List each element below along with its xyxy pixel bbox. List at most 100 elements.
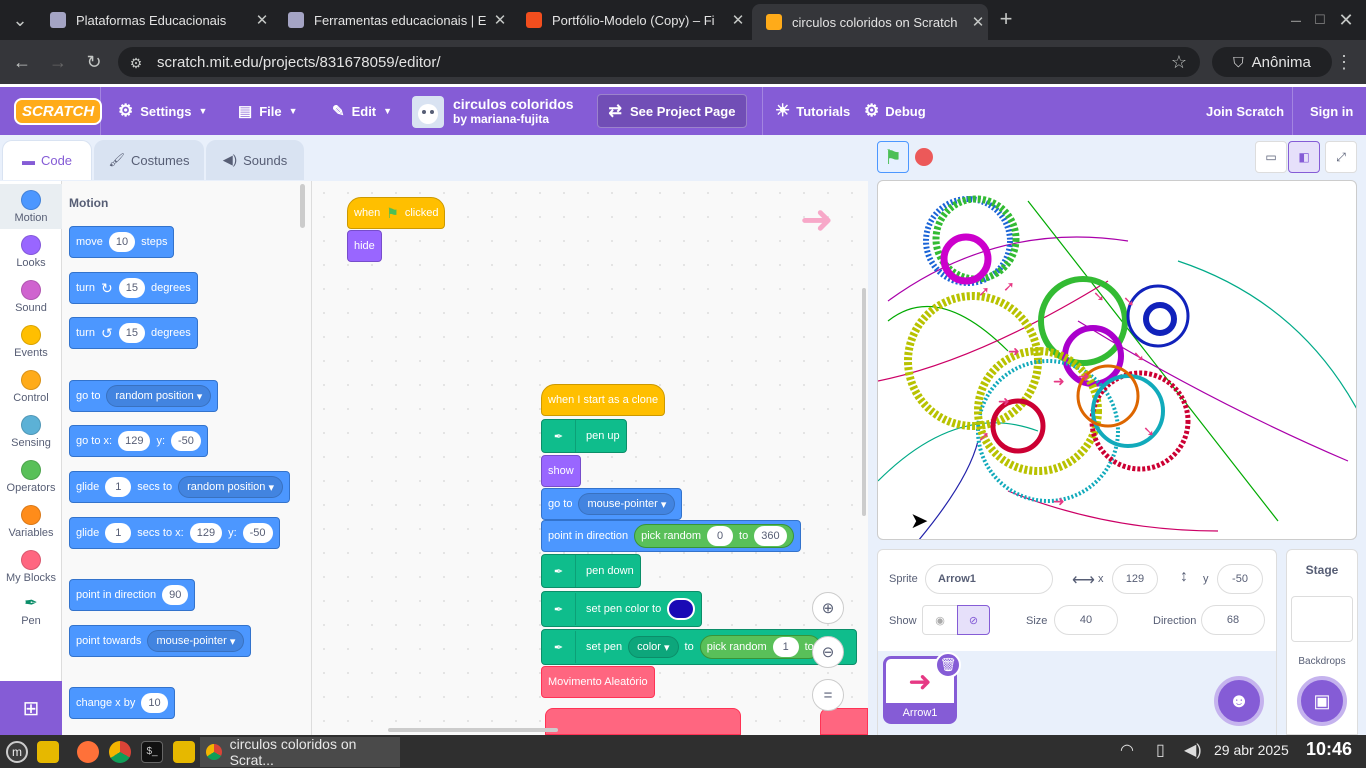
minimize-icon[interactable]: – (1284, 10, 1308, 30)
scratch-logo[interactable]: SCRATCH (14, 87, 103, 135)
sprite-name-field[interactable]: Arrow1 (925, 564, 1053, 594)
block-pen-up[interactable]: ✒ pen up (541, 419, 627, 453)
choose-sprite-button[interactable]: ☻ (1214, 676, 1264, 726)
palette-scrollbar[interactable] (300, 184, 305, 228)
chrome-icon[interactable] (109, 741, 131, 763)
firefox-icon[interactable] (77, 741, 99, 763)
block-when-flag-clicked[interactable]: when ⚑ clicked (347, 197, 446, 229)
edit-menu[interactable]: ✎ Edit ▼ (332, 87, 392, 135)
block-pen-down[interactable]: ✒ pen down (541, 554, 641, 588)
block-input[interactable]: 129 (118, 431, 151, 451)
category-motion[interactable]: Motion (0, 184, 62, 229)
category-operators[interactable]: Operators (0, 454, 62, 499)
x-field[interactable]: 129 (1112, 564, 1158, 594)
category-control[interactable]: Control (0, 364, 62, 409)
block-input[interactable]: -50 (242, 523, 273, 543)
block-go-to-xy[interactable]: go to x: 129 y: -50 (69, 425, 208, 457)
stage-canvas[interactable]: ➚ ➚ ➜ ➘ ➘ ➘ ➜ ➚ ➜ ➘ ➜ ➜ (877, 180, 1357, 540)
close-icon[interactable]: ✕ (490, 11, 510, 29)
show-hidden-button[interactable]: ⊘ (957, 605, 990, 635)
tab-sounds[interactable]: ◀) Sounds (206, 140, 304, 180)
block-point-towards[interactable]: point towards mouse-pointer ▾ (69, 625, 252, 657)
block-input[interactable]: 90 (162, 585, 189, 605)
sign-in-link[interactable]: Sign in (1310, 87, 1353, 135)
reload-icon[interactable]: ↻ (82, 52, 106, 72)
block-when-start-as-clone[interactable]: when I start as a clone (541, 384, 666, 416)
category-looks[interactable]: Looks (0, 229, 62, 274)
direction-field[interactable]: 68 (1201, 605, 1265, 635)
block-input[interactable]: 1 (105, 523, 132, 543)
see-project-page-button[interactable]: ⇄ See Project Page (597, 94, 747, 128)
green-flag-button[interactable]: ⚑ (877, 141, 909, 173)
block-input[interactable]: -50 (171, 431, 201, 451)
os-menu-icon[interactable]: m (6, 741, 28, 763)
block-hide[interactable]: hide (347, 230, 382, 262)
close-icon[interactable]: ✕ (968, 13, 988, 31)
stop-button[interactable] (908, 141, 940, 173)
incognito-profile-button[interactable]: ⛉ Anônima (1212, 47, 1332, 77)
chrome-menu-icon[interactable]: ⋮ (1332, 52, 1356, 72)
block-turn-right[interactable]: turn ↻ 15 degrees (69, 272, 198, 304)
browser-tab-active[interactable]: circulos coloridos on Scratch ✕ (752, 4, 988, 40)
block-point-in-direction[interactable]: point in direction 90 (69, 579, 196, 611)
small-stage-button[interactable]: ▭ (1255, 141, 1287, 173)
delete-sprite-button[interactable]: 🗑 (935, 652, 961, 678)
category-sound[interactable]: Sound (0, 274, 62, 319)
block-input[interactable]: 10 (108, 232, 136, 252)
block-partial[interactable] (820, 708, 868, 735)
block-movimento-aleatorio[interactable]: Movimento Aleatório (541, 666, 655, 698)
script-hscrollbar[interactable] (388, 728, 558, 732)
block-glide-xy[interactable]: glide 1 secs to x: 129 y: -50 (69, 517, 280, 549)
new-tab-icon[interactable]: + (994, 8, 1018, 30)
terminal-icon[interactable]: $_ (141, 741, 163, 763)
taskbar-date[interactable]: 29 abr 2025 (1214, 742, 1289, 758)
block-input[interactable]: 1 (105, 477, 132, 497)
taskbar-time[interactable]: 10:46 (1306, 739, 1352, 760)
operator-pick-random[interactable]: pick random 0 to 360 (634, 524, 794, 548)
tab-search-icon[interactable]: ⌄ (8, 10, 32, 30)
project-author[interactable]: by mariana-fujita (453, 112, 549, 126)
settings-menu[interactable]: ⚙ Settings ▼ (118, 87, 207, 135)
files-icon[interactable] (37, 741, 59, 763)
wifi-icon[interactable]: ◠ (1120, 740, 1134, 760)
file-menu[interactable]: ▤ File ▼ (238, 87, 298, 135)
normal-stage-button[interactable]: ◧ (1288, 141, 1320, 173)
size-field[interactable]: 40 (1054, 605, 1118, 635)
block-dropdown[interactable]: random position ▾ (178, 476, 283, 498)
zoom-in-button[interactable]: ⊕ (812, 592, 844, 624)
url-text[interactable]: scratch.mit.edu/projects/831678059/edito… (157, 54, 441, 71)
block-show[interactable]: show (541, 455, 581, 487)
join-scratch-link[interactable]: Join Scratch (1206, 87, 1284, 135)
operator-pick-random[interactable]: pick random 1 to (699, 635, 821, 659)
y-field[interactable]: -50 (1217, 564, 1263, 594)
block-input[interactable]: 360 (754, 526, 787, 546)
block-set-pen-param[interactable]: ✒ set pen color ▾ to pick random 1 to (541, 629, 857, 665)
block-move-steps[interactable]: move 10 steps (69, 226, 175, 258)
tab-code[interactable]: ▬ Code (2, 140, 92, 180)
block-input[interactable]: 129 (189, 523, 223, 543)
category-my-blocks[interactable]: My Blocks (0, 544, 62, 589)
clipboard-icon[interactable]: ▯ (1156, 740, 1165, 760)
category-pen[interactable]: ✒ Pen (0, 589, 62, 634)
block-dropdown[interactable]: color ▾ (628, 636, 679, 658)
stage-thumbnail[interactable] (1291, 596, 1353, 642)
close-icon[interactable]: ✕ (252, 11, 272, 29)
block-glide[interactable]: glide 1 secs to random position ▾ (69, 471, 290, 503)
block-input[interactable]: 1 (772, 637, 799, 657)
block-input[interactable]: 10 (141, 693, 168, 713)
color-swatch[interactable] (667, 598, 696, 620)
choose-backdrop-button[interactable]: ▣ (1297, 676, 1347, 726)
browser-tab[interactable]: Ferramentas educacionais | E ✕ (274, 6, 510, 34)
window-close-icon[interactable]: ✕ (1334, 10, 1358, 30)
block-dropdown[interactable]: random position ▾ (106, 385, 212, 407)
block-go-to-mouse[interactable]: go to mouse-pointer ▾ (541, 488, 683, 520)
tab-costumes[interactable]: 🖌 Costumes (94, 140, 204, 180)
category-variables[interactable]: Variables (0, 499, 62, 544)
category-events[interactable]: Events (0, 319, 62, 364)
debug-button[interactable]: ⚙ Debug (864, 87, 926, 135)
block-input[interactable]: 15 (118, 278, 145, 298)
block-input[interactable]: 0 (707, 526, 734, 546)
taskbar-window-button[interactable]: circulos coloridos on Scrat... (200, 736, 400, 768)
project-title[interactable]: circulos coloridos (453, 96, 574, 112)
tutorials-button[interactable]: ☀ Tutorials (775, 87, 850, 135)
